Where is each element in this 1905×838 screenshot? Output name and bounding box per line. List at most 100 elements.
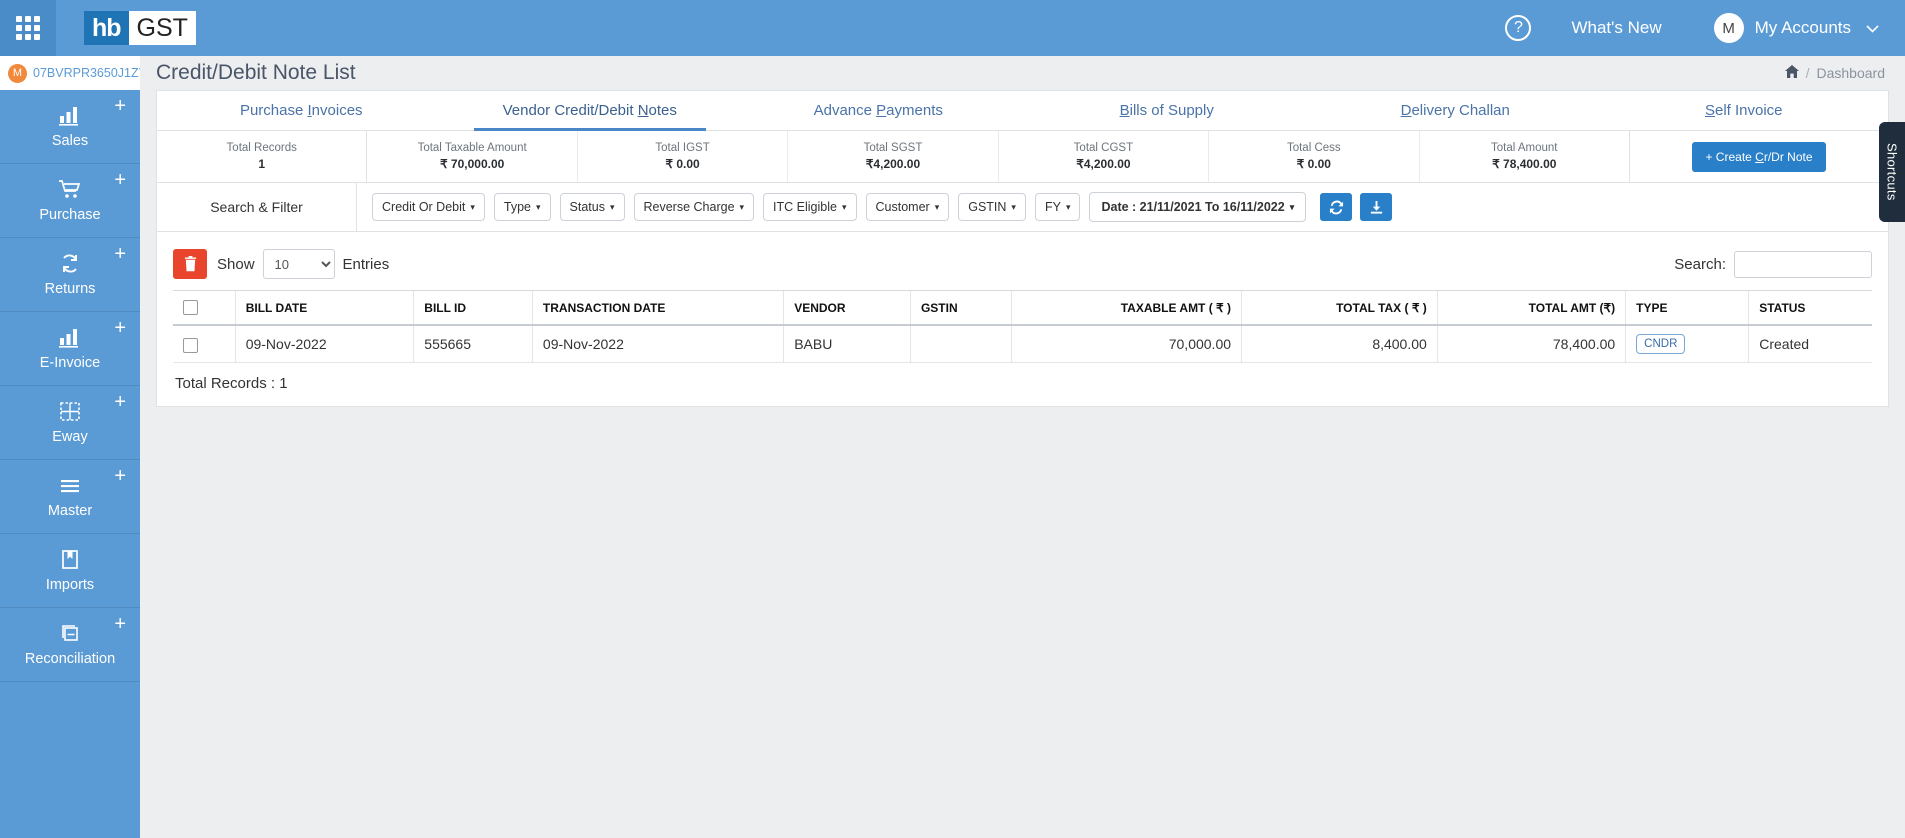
column-header-label: GSTIN: [920, 300, 958, 315]
sidebar-add-sales-button[interactable]: +: [114, 96, 126, 116]
tab-label: Advance Payments: [813, 102, 943, 119]
sidebar-item-returns[interactable]: + Returns: [0, 238, 140, 312]
sidebar-add-e-invoice-button[interactable]: +: [114, 318, 126, 338]
filter-label: GSTIN: [968, 200, 1007, 214]
delete-selected-button[interactable]: [173, 249, 207, 279]
help-icon[interactable]: ?: [1505, 15, 1532, 41]
tab-delivery-challan[interactable]: Delivery Challan: [1311, 91, 1600, 130]
column-header-gstin[interactable]: GSTIN: [909, 290, 1012, 327]
column-header-label: TAXABLE AMT ( ₹ ): [1120, 300, 1232, 315]
page-header: Credit/Debit Note List / Dashboard: [140, 56, 1905, 90]
entries-label: Entries: [342, 255, 390, 273]
table-body: 09-Nov-2022 555665 09-Nov-2022 BABU 70,000.0…: [173, 325, 1872, 364]
tab-label: Delivery Challan: [1400, 102, 1510, 119]
stat-label: Total Cess: [1286, 142, 1341, 154]
sidebar-item-e-invoice[interactable]: + E-Invoice: [0, 312, 140, 386]
sidebar-item-purchase[interactable]: + Purchase: [0, 164, 140, 238]
sidebar-item-label: Reconciliation: [24, 650, 116, 667]
refresh-icon: [1329, 200, 1343, 214]
total-records-footer: Total Records : 1: [175, 375, 288, 393]
stat-total-igst: Total IGST ₹ 0.00: [578, 131, 789, 182]
bar-chart-icon: [57, 105, 83, 127]
logo-hb-text: hb: [84, 11, 129, 45]
column-header-type[interactable]: TYPE: [1625, 290, 1749, 327]
filter-credit-or-debit-dropdown[interactable]: Credit Or Debit ▾: [372, 193, 485, 221]
show-label: Show: [217, 255, 255, 273]
sidebar-add-purchase-button[interactable]: +: [114, 170, 126, 190]
entries-per-page-select[interactable]: 102550100: [262, 249, 335, 279]
filter-fy-dropdown[interactable]: FY ▾: [1034, 193, 1081, 221]
sidebar-item-sales[interactable]: + Sales: [0, 90, 140, 164]
filter-customer-dropdown[interactable]: Customer ▾: [865, 193, 950, 221]
table-head: BILL DATE BILL ID TRANSACTION DATE VENDOR GS…: [173, 290, 1872, 327]
sidebar-add-returns-button[interactable]: +: [114, 244, 126, 264]
column-header-status[interactable]: STATUS: [1748, 290, 1872, 327]
app-logo[interactable]: hb GST: [84, 11, 196, 45]
home-icon[interactable]: [1784, 65, 1799, 81]
refresh-button[interactable]: [1320, 193, 1353, 221]
column-header-bill_id[interactable]: BILL ID: [413, 290, 533, 327]
stat-value: ₹4,200.00: [865, 157, 921, 171]
sidebar-gstin-row[interactable]: M 07BVRPR3650J1ZY: [0, 56, 140, 90]
stat-value: ₹4,200.00: [1076, 157, 1131, 171]
tab-bills-of-supply[interactable]: Bills of Supply: [1023, 91, 1312, 130]
column-header-txn_date[interactable]: TRANSACTION DATE: [531, 290, 784, 327]
stat-total-sgst: Total SGST ₹4,200.00: [788, 131, 999, 182]
search-input[interactable]: [1734, 250, 1872, 278]
column-header-total_tax[interactable]: TOTAL TAX ( ₹ ): [1241, 290, 1438, 327]
tab-label: Vendor Credit/Debit Notes: [502, 102, 677, 119]
filter-itc-eligible-dropdown[interactable]: ITC Eligible ▾: [763, 193, 857, 221]
sidebar-add-eway-button[interactable]: +: [114, 392, 126, 412]
table-search: Search:: [1674, 250, 1872, 278]
tab-self-invoice[interactable]: Self Invoice: [1600, 91, 1889, 130]
stat-label: Total IGST: [655, 142, 710, 154]
date-range-label: Date : 21/11/2021 To 16/11/2022: [1101, 200, 1285, 214]
stat-total-cess: Total Cess ₹ 0.00: [1209, 131, 1420, 182]
sidebar-item-reconciliation[interactable]: + Reconciliation: [0, 608, 140, 682]
tab-purchase-invoices[interactable]: Purchase Invoices: [157, 91, 446, 130]
column-header-vendor[interactable]: VENDOR: [783, 290, 911, 327]
top-bar: hb GST ? What's New M My Accounts: [0, 0, 1905, 56]
sidebar-item-master[interactable]: + Master: [0, 460, 140, 534]
my-accounts-menu[interactable]: M My Accounts: [1713, 13, 1879, 43]
sidebar-item-imports[interactable]: Imports: [0, 534, 140, 608]
stat-label: Total SGST: [863, 142, 923, 154]
column-header-taxable_amt[interactable]: TAXABLE AMT ( ₹ ): [1010, 290, 1242, 327]
chevron-down-icon: ▾: [841, 201, 847, 212]
row-checkbox[interactable]: [183, 337, 198, 353]
sidebar-item-eway[interactable]: + Eway: [0, 386, 140, 460]
create-button-suffix: r/Dr Note: [1763, 149, 1813, 164]
tab-advance-payments[interactable]: Advance Payments: [734, 91, 1023, 130]
shortcuts-tab[interactable]: Shortcuts: [1879, 122, 1905, 222]
column-header-total_amt[interactable]: TOTAL AMT (₹): [1436, 290, 1626, 327]
filter-bar: Search & Filter Credit Or Debit ▾ Type ▾ Sta…: [157, 182, 1888, 232]
apps-menu-button[interactable]: [0, 0, 56, 56]
create-cr-dr-note-button[interactable]: + Create Cr/Dr Note: [1692, 141, 1826, 172]
tab-vendor-credit-debit-notes[interactable]: Vendor Credit/Debit Notes: [446, 91, 735, 130]
filter-label: Customer: [875, 200, 930, 214]
filter-type-dropdown[interactable]: Type ▾: [493, 193, 551, 221]
create-button-wrap: + Create Cr/Dr Note: [1630, 131, 1888, 182]
filter-status-dropdown[interactable]: Status ▾: [559, 193, 625, 221]
column-header-bill_date[interactable]: BILL DATE: [234, 290, 414, 327]
filter-reverse-charge-dropdown[interactable]: Reverse Charge ▾: [633, 193, 755, 221]
type-badge[interactable]: CNDR: [1636, 334, 1686, 355]
stat-label: Total CGST: [1073, 142, 1134, 154]
hamburger-icon: [57, 475, 83, 497]
summary-stats: Total Records 1 Total Taxable Amount ₹ 70,0…: [157, 131, 1630, 182]
tab-label: Self Invoice: [1704, 102, 1783, 119]
top-bar-right: ? What's New M My Accounts: [1505, 13, 1905, 43]
sidebar-item-label: Returns: [44, 280, 96, 297]
download-button[interactable]: [1360, 193, 1393, 221]
date-range-dropdown[interactable]: Date : 21/11/2021 To 16/11/2022 ▾: [1089, 192, 1307, 222]
sidebar-add-reconciliation-button[interactable]: +: [114, 614, 126, 634]
sidebar-add-master-button[interactable]: +: [114, 466, 126, 486]
filter-gstin-dropdown[interactable]: GSTIN ▾: [958, 193, 1026, 221]
cell-taxable_amt: 70,000.00: [1010, 325, 1242, 364]
cell-total_amt: 78,400.00: [1436, 325, 1626, 364]
whats-new-link[interactable]: What's New: [1571, 18, 1661, 38]
filter-label: Status: [569, 200, 605, 214]
table-row[interactable]: 09-Nov-2022 555665 09-Nov-2022 BABU 70,000.0…: [173, 325, 1872, 364]
select-all-checkbox[interactable]: [183, 300, 198, 316]
column-header-checkbox: [173, 290, 236, 327]
